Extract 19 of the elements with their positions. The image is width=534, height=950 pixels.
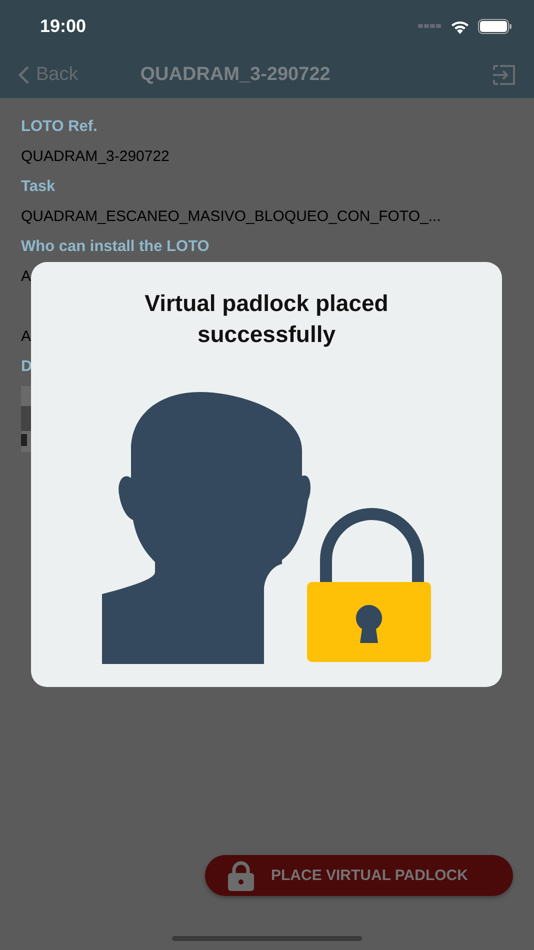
field-value: A <box>21 267 32 287</box>
battery-icon <box>478 18 512 34</box>
screen-title: QUADRAM_3-290722 <box>140 64 330 86</box>
field-label: Task <box>21 177 56 197</box>
status-time: 19:00 <box>40 16 86 36</box>
field-label: LOTO Ref. <box>21 117 98 137</box>
padlock-icon <box>227 860 255 890</box>
place-padlock-button[interactable]: PLACE VIRTUAL PADLOCK <box>205 855 513 896</box>
chevron-left-icon <box>18 65 30 85</box>
field-value: QUADRAM_ESCANEO_MASIVO_BLOQUEO_CON_FOTO_... <box>21 207 441 227</box>
field-value: A <box>21 327 32 347</box>
field-value: QUADRAM_3-290722 <box>21 147 170 167</box>
exit-icon <box>492 65 516 85</box>
field-label: D <box>21 357 32 377</box>
signal-icon <box>418 24 442 28</box>
field-label: Who can install the LOTO <box>21 237 210 257</box>
wifi-icon <box>450 18 470 34</box>
dialog-title: Virtual padlock placed successfully <box>144 289 390 349</box>
exit-button[interactable] <box>492 65 516 85</box>
